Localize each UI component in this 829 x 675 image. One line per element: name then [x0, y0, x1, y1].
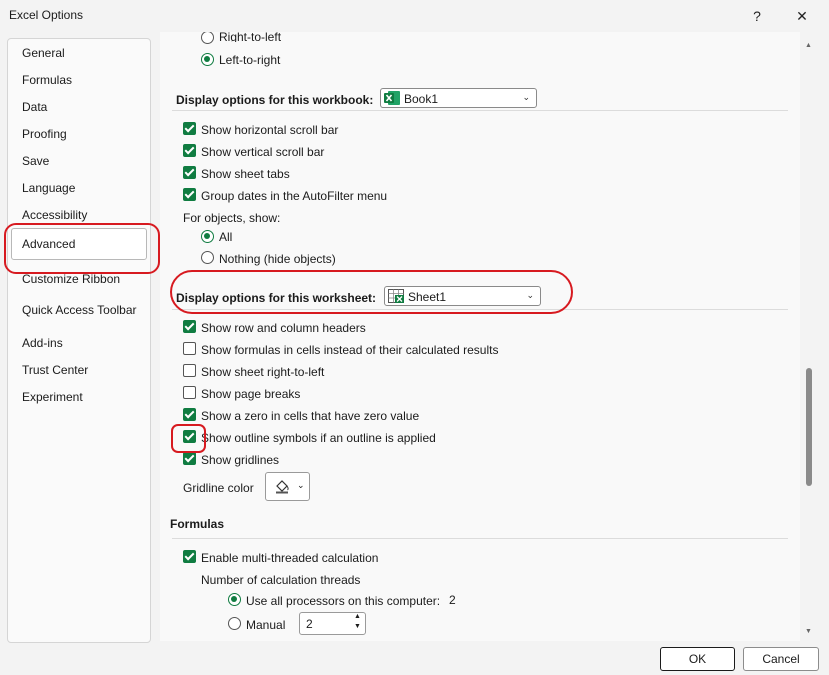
group-dates-checkbox[interactable]: [183, 188, 196, 201]
scroll-up-icon[interactable]: ▲: [805, 42, 812, 49]
nav-language[interactable]: Language: [22, 181, 75, 195]
all-processors-label: Use all processors on this computer:: [246, 594, 441, 608]
advanced-options-panel: Right-to-left Left-to-right Display opti…: [160, 32, 800, 641]
manual-threads-stepper[interactable]: 2 ▲ ▼: [299, 612, 366, 635]
objects-all-radio[interactable]: [201, 230, 214, 243]
nav-experiment[interactable]: Experiment: [22, 390, 83, 404]
multithread-checkbox[interactable]: [183, 550, 196, 563]
show-sheet-right-to-left-checkbox[interactable]: [183, 364, 196, 377]
chevron-up-icon[interactable]: ▲: [354, 613, 361, 620]
vertical-scrollbar[interactable]: ▲ ▼: [802, 38, 816, 641]
show-gridlines-checkbox[interactable]: [183, 452, 196, 465]
show-formulas-label: Show formulas in cells instead of their …: [201, 343, 499, 357]
workbook-section-heading: Display options for this workbook:: [176, 93, 374, 107]
objects-all-label: All: [219, 230, 233, 244]
show-horizontal-scroll-bar-checkbox[interactable]: [183, 122, 196, 135]
multithread-label: Enable multi-threaded calculation: [201, 551, 379, 565]
nav-add-ins[interactable]: Add-ins: [22, 336, 63, 350]
processor-count: 2: [449, 593, 456, 607]
annotation-advanced-highlight: [4, 223, 160, 274]
nav-save[interactable]: Save: [22, 154, 49, 168]
divider: [172, 110, 788, 111]
formulas-section-heading: Formulas: [170, 517, 225, 531]
nav-accessibility[interactable]: Accessibility: [22, 208, 87, 222]
all-processors-radio[interactable]: [228, 593, 241, 606]
manual-label: Manual: [246, 618, 286, 632]
window-title: Excel Options: [9, 8, 84, 22]
help-icon[interactable]: ?: [745, 6, 769, 26]
excel-workbook-icon: [384, 91, 400, 105]
chevron-down-icon: ⌄: [522, 92, 530, 102]
group-dates-label: Group dates in the AutoFilter menu: [201, 189, 388, 203]
scroll-down-icon[interactable]: ▼: [805, 628, 812, 635]
workbook-combo-value: Book1: [404, 92, 439, 106]
show-gridlines-label: Show gridlines: [201, 453, 280, 467]
nav-quick-access-toolbar[interactable]: Quick Access Toolbar: [22, 303, 137, 317]
ok-button[interactable]: OK: [660, 647, 735, 671]
show-sheet-tabs-checkbox[interactable]: [183, 166, 196, 179]
manual-radio[interactable]: [228, 617, 241, 630]
nav-data[interactable]: Data: [22, 100, 47, 114]
show-row-column-headers-label: Show row and column headers: [201, 321, 366, 335]
show-page-breaks-checkbox[interactable]: [183, 386, 196, 399]
show-formulas-checkbox[interactable]: [183, 342, 196, 355]
objects-show-label: For objects, show:: [183, 211, 281, 225]
show-zero-label: Show a zero in cells that have zero valu…: [201, 409, 420, 423]
right-to-left-radio[interactable]: [201, 32, 214, 44]
cancel-button[interactable]: Cancel: [743, 647, 819, 671]
nav-formulas[interactable]: Formulas: [22, 73, 72, 87]
show-zero-checkbox[interactable]: [183, 408, 196, 421]
left-to-right-label: Left-to-right: [219, 53, 281, 67]
annotation-outline-checkbox-highlight: [171, 424, 206, 453]
show-horizontal-scroll-bar-label: Show horizontal scroll bar: [201, 123, 339, 137]
objects-nothing-label: Nothing (hide objects): [219, 252, 336, 266]
options-nav: General Formulas Data Proofing Save Lang…: [7, 38, 151, 643]
show-outline-symbols-label: Show outline symbols if an outline is ap…: [201, 431, 436, 445]
title-bar: Excel Options ? ✕: [0, 0, 829, 32]
nav-trust-center[interactable]: Trust Center: [22, 363, 88, 377]
show-sheet-tabs-label: Show sheet tabs: [201, 167, 290, 181]
right-to-left-label: Right-to-left: [219, 32, 282, 42]
paint-bucket-icon: [276, 480, 289, 494]
gridline-color-picker[interactable]: ⌄: [265, 472, 310, 501]
close-icon[interactable]: ✕: [790, 6, 814, 26]
show-page-breaks-label: Show page breaks: [201, 387, 301, 401]
objects-nothing-radio[interactable]: [201, 251, 214, 264]
chevron-down-icon[interactable]: ▼: [354, 623, 361, 630]
divider: [172, 538, 788, 539]
show-vertical-scroll-bar-label: Show vertical scroll bar: [201, 145, 325, 159]
manual-threads-value: 2: [306, 617, 313, 631]
annotation-worksheet-highlight: [170, 270, 573, 314]
chevron-down-icon: ⌄: [297, 480, 305, 490]
nav-general[interactable]: General: [22, 46, 65, 60]
left-to-right-radio[interactable]: [201, 53, 214, 66]
scrollbar-thumb[interactable]: [806, 368, 812, 486]
workbook-combo[interactable]: Book1 ⌄: [380, 88, 537, 108]
gridline-color-label: Gridline color: [183, 481, 254, 495]
threads-label: Number of calculation threads: [201, 573, 361, 587]
show-row-column-headers-checkbox[interactable]: [183, 320, 196, 333]
nav-customize-ribbon[interactable]: Customize Ribbon: [22, 272, 120, 286]
nav-proofing[interactable]: Proofing: [22, 127, 67, 141]
show-vertical-scroll-bar-checkbox[interactable]: [183, 144, 196, 157]
show-sheet-right-to-left-label: Show sheet right-to-left: [201, 365, 325, 379]
